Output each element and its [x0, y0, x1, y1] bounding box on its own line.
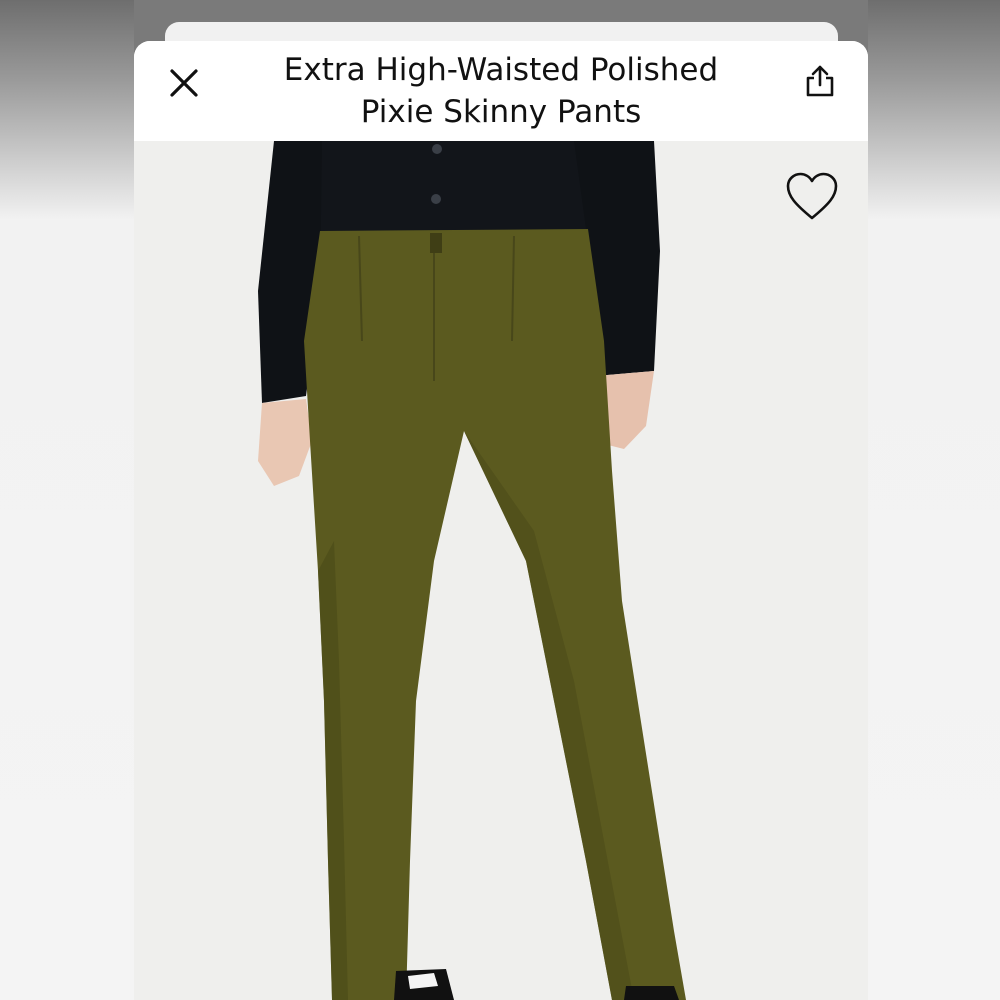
product-sheet: Extra High-Waisted Polished Pixie Skinny… [134, 41, 868, 1000]
favorite-button[interactable] [784, 171, 840, 223]
product-photo [134, 141, 868, 1000]
share-button[interactable] [798, 59, 842, 103]
blurred-backdrop-left [0, 0, 134, 1000]
share-icon [806, 65, 834, 97]
close-button[interactable] [162, 61, 206, 105]
product-title: Extra High-Waisted Polished Pixie Skinny… [244, 49, 758, 133]
cardigan-button [431, 194, 441, 204]
sheet-header: Extra High-Waisted Polished Pixie Skinny… [134, 41, 868, 141]
heart-outline-icon [786, 172, 838, 220]
blurred-backdrop-right [868, 0, 1000, 1000]
product-photo-illustration [134, 141, 868, 1000]
right-shoe [624, 986, 679, 1000]
close-icon [170, 69, 198, 97]
product-title-line-1: Extra High-Waisted Polished [283, 52, 719, 88]
cardigan-button [432, 144, 442, 154]
belt-tab [430, 233, 442, 253]
product-title-line-2: Pixie Skinny Pants [360, 94, 642, 130]
